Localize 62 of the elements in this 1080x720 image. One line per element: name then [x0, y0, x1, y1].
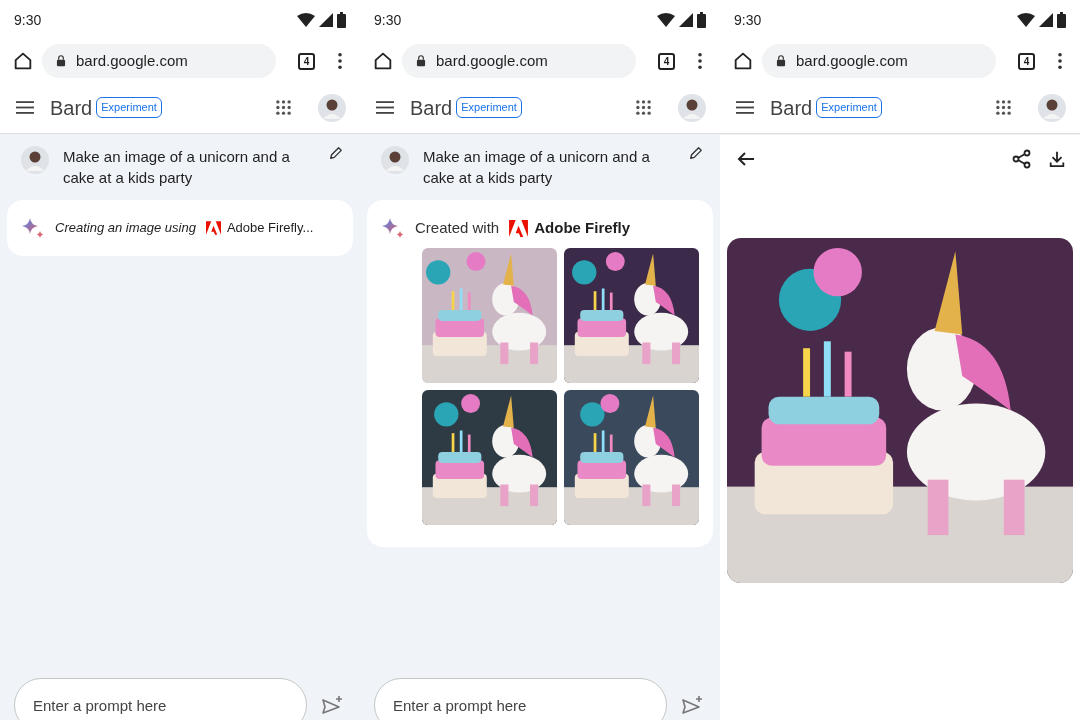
app-title: Bard: [410, 95, 453, 121]
tab-count[interactable]: 4: [298, 52, 315, 70]
battery-icon: [697, 12, 706, 28]
avatar-icon: [381, 146, 409, 174]
download-button[interactable]: [1048, 150, 1066, 168]
experiment-tag: Experiment: [96, 97, 162, 118]
wifi-icon: [297, 13, 315, 27]
signal-icon: [319, 13, 333, 27]
avatar-icon[interactable]: [1038, 93, 1066, 122]
experiment-tag: Experiment: [816, 97, 882, 118]
prompt-input[interactable]: Enter a prompt here: [374, 678, 667, 720]
battery-icon: [1057, 12, 1066, 28]
home-icon[interactable]: [12, 50, 34, 72]
menu-icon[interactable]: [16, 101, 34, 114]
status-time: 9:30: [374, 10, 402, 30]
signal-icon: [679, 13, 693, 27]
logo-icon: [509, 219, 529, 237]
lock-icon: [414, 54, 428, 68]
avatar-icon: [21, 146, 49, 174]
status-time: 9:30: [734, 10, 762, 30]
more-icon[interactable]: [1057, 52, 1063, 70]
tab-count[interactable]: 4: [658, 52, 675, 70]
download-icon: [1048, 150, 1066, 168]
avatar-icon[interactable]: [678, 93, 706, 122]
status-time: 9:30: [14, 10, 42, 30]
prompt-text: Make an image of a unicorn and a cake at a kids party: [423, 147, 651, 188]
address-bar[interactable]: bard.google.com: [402, 44, 636, 78]
experiment-tag: Experiment: [456, 97, 522, 118]
address-bar[interactable]: bard.google.com: [42, 44, 276, 78]
brand-name: Adobe Firefly...: [226, 219, 314, 238]
home-icon[interactable]: [372, 50, 394, 72]
app-title: Bard: [770, 95, 813, 121]
apps-icon[interactable]: [636, 100, 651, 115]
edit-icon[interactable]: [329, 146, 343, 160]
battery-icon: [337, 12, 346, 28]
send-icon[interactable]: [321, 695, 343, 715]
address-bar[interactable]: bard.google.com: [762, 44, 996, 78]
tab-count[interactable]: 4: [1018, 52, 1035, 70]
signal-icon: [1039, 13, 1053, 27]
share-icon: [1012, 149, 1032, 169]
prompt-input[interactable]: Enter a prompt here: [14, 678, 307, 720]
apps-icon[interactable]: [276, 100, 291, 115]
avatar-icon[interactable]: [318, 93, 346, 122]
home-icon[interactable]: [732, 50, 754, 72]
prompt-text: Make an image of a unicorn and a cake at a kids party: [63, 147, 291, 188]
status-text: Creating an image using: [55, 219, 196, 238]
menu-icon[interactable]: [376, 101, 394, 114]
edit-icon[interactable]: [689, 146, 703, 160]
menu-icon[interactable]: [736, 101, 754, 114]
apps-icon[interactable]: [996, 100, 1011, 115]
share-button[interactable]: [1012, 149, 1032, 169]
more-icon[interactable]: [697, 52, 703, 70]
wifi-icon: [1017, 13, 1035, 27]
more-icon[interactable]: [337, 52, 343, 70]
status-text: Created with: [415, 217, 500, 238]
lock-icon: [774, 54, 788, 68]
brand-name: Adobe Firefly: [534, 217, 631, 238]
logo-icon: [205, 221, 221, 235]
lock-icon: [54, 54, 68, 68]
wifi-icon: [657, 13, 675, 27]
send-icon[interactable]: [681, 695, 703, 715]
app-title: Bard: [50, 95, 93, 121]
